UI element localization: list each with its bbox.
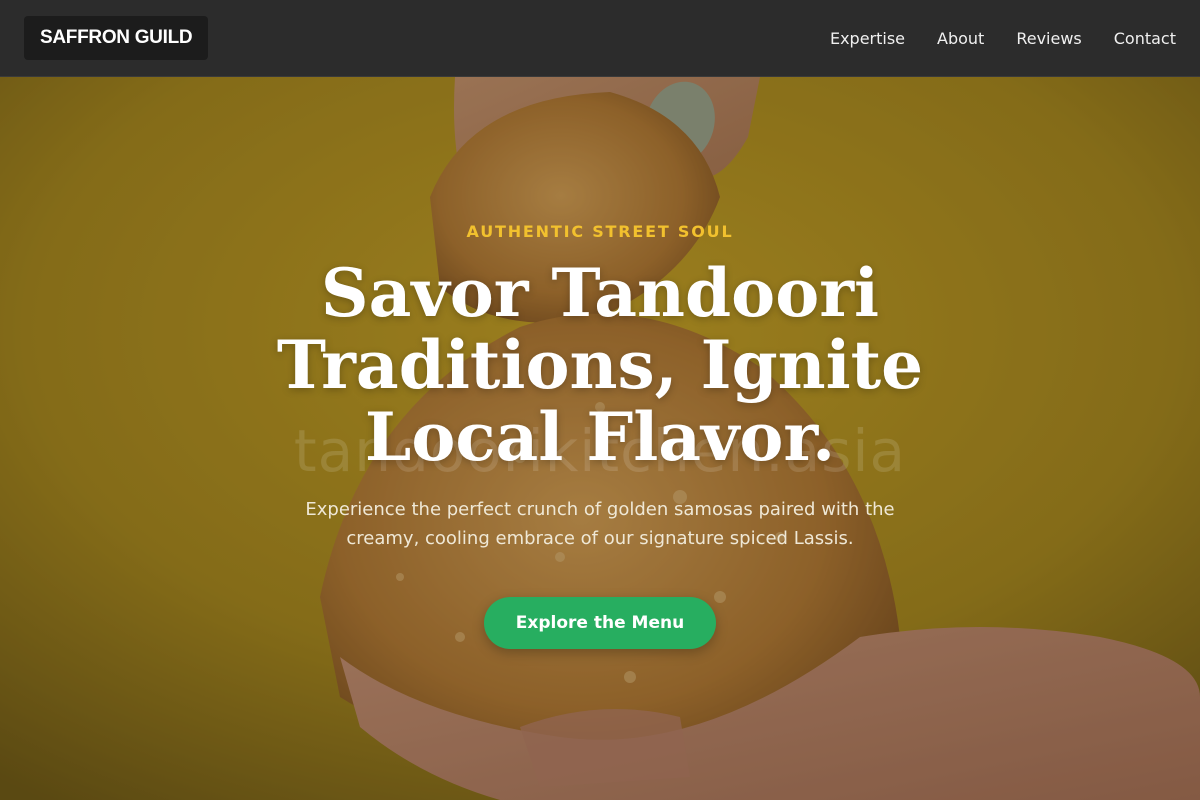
hero-subheading: Experience the perfect crunch of golden … xyxy=(305,499,895,549)
nav-link-about[interactable]: About xyxy=(937,29,984,48)
site-header: SAFFRON GUILD Expertise About Reviews Co… xyxy=(0,0,1200,77)
main-nav: Expertise About Reviews Contact xyxy=(830,29,1176,48)
hero-headline: Savor Tandoori Traditions, Ignite Local … xyxy=(276,254,924,476)
hero-content: AUTHENTIC STREET SOUL Savor Tandoori Tra… xyxy=(0,222,1200,649)
brand-logo[interactable]: SAFFRON GUILD xyxy=(24,16,209,60)
nav-link-reviews[interactable]: Reviews xyxy=(1016,29,1081,48)
hero-section: tandoorikitchen.asia AUTHENTIC STREET SO… xyxy=(0,77,1200,800)
hero-eyebrow: AUTHENTIC STREET SOUL xyxy=(466,222,734,241)
nav-link-contact[interactable]: Contact xyxy=(1114,29,1176,48)
nav-link-expertise[interactable]: Expertise xyxy=(830,29,905,48)
explore-menu-button[interactable]: Explore the Menu xyxy=(483,597,717,649)
